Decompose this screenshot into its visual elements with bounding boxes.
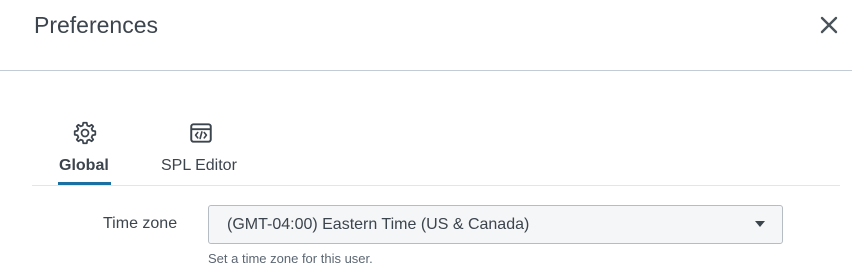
tab-global[interactable]: Global xyxy=(52,110,118,186)
caret-down-icon xyxy=(755,221,765,227)
close-icon xyxy=(820,16,838,34)
active-tab-indicator xyxy=(58,182,111,185)
tab-bar: Global SPL Editor xyxy=(32,110,840,186)
timezone-select[interactable]: (GMT-04:00) Eastern Time (US & Canada) xyxy=(208,205,783,244)
timezone-select-value: (GMT-04:00) Eastern Time (US & Canada) xyxy=(227,216,530,233)
code-editor-icon xyxy=(190,123,212,143)
timezone-help-text: Set a time zone for this user. xyxy=(208,251,373,266)
tab-global-label: Global xyxy=(59,157,109,174)
gear-icon xyxy=(73,121,97,145)
dialog-title: Preferences xyxy=(34,12,159,38)
tab-spl-editor[interactable]: SPL Editor xyxy=(156,110,248,186)
dialog-header: Preferences xyxy=(0,0,852,71)
tab-spl-editor-label: SPL Editor xyxy=(161,157,237,174)
timezone-label: Time zone xyxy=(103,215,178,232)
close-button[interactable] xyxy=(816,12,842,38)
